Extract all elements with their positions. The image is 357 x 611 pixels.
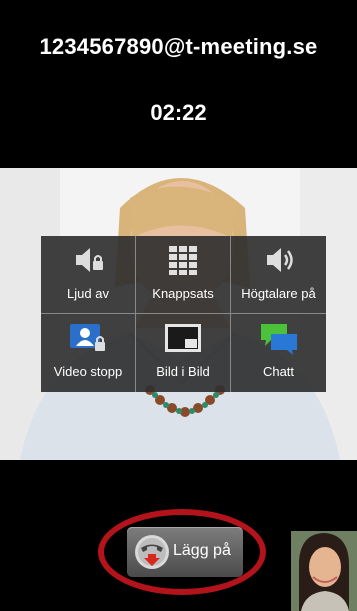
self-view-image (291, 531, 357, 611)
hangup-label: Lägg på (173, 542, 231, 559)
mute-button[interactable]: Ljud av (41, 236, 136, 314)
keypad-button[interactable]: Knappsats (136, 236, 231, 314)
picture-in-picture-label: Bild i Bild (156, 364, 210, 379)
chat-button[interactable]: Chatt (231, 314, 326, 392)
call-address: 1234567890@t-meeting.se (39, 34, 318, 59)
speaker-on-button[interactable]: Högtalare på (231, 236, 326, 314)
speaker-on-icon (231, 244, 326, 276)
picture-in-picture-icon (136, 322, 230, 354)
mute-speaker-lock-icon (41, 244, 135, 276)
mute-label: Ljud av (67, 286, 109, 301)
call-controls-grid: Ljud av Knappsats Högtalare på Video sto… (41, 236, 326, 392)
video-stop-label: Video stopp (53, 364, 123, 379)
keypad-label: Knappsats (152, 286, 214, 301)
chat-label: Chatt (262, 364, 295, 379)
call-timer: 02:22 (150, 100, 207, 125)
video-stop-button[interactable]: Video stopp (41, 314, 136, 392)
self-view-video (291, 531, 357, 611)
call-header: 1234567890@t-meeting.se 02:22 (0, 0, 357, 168)
chat-icon (231, 322, 326, 355)
video-stop-icon (41, 322, 135, 354)
keypad-icon (136, 244, 230, 276)
picture-in-picture-button[interactable]: Bild i Bild (136, 314, 231, 392)
hangup-button[interactable]: Lägg på (127, 527, 243, 577)
speaker-on-label: Högtalare på (241, 286, 316, 301)
hangup-phone-icon (134, 534, 170, 575)
